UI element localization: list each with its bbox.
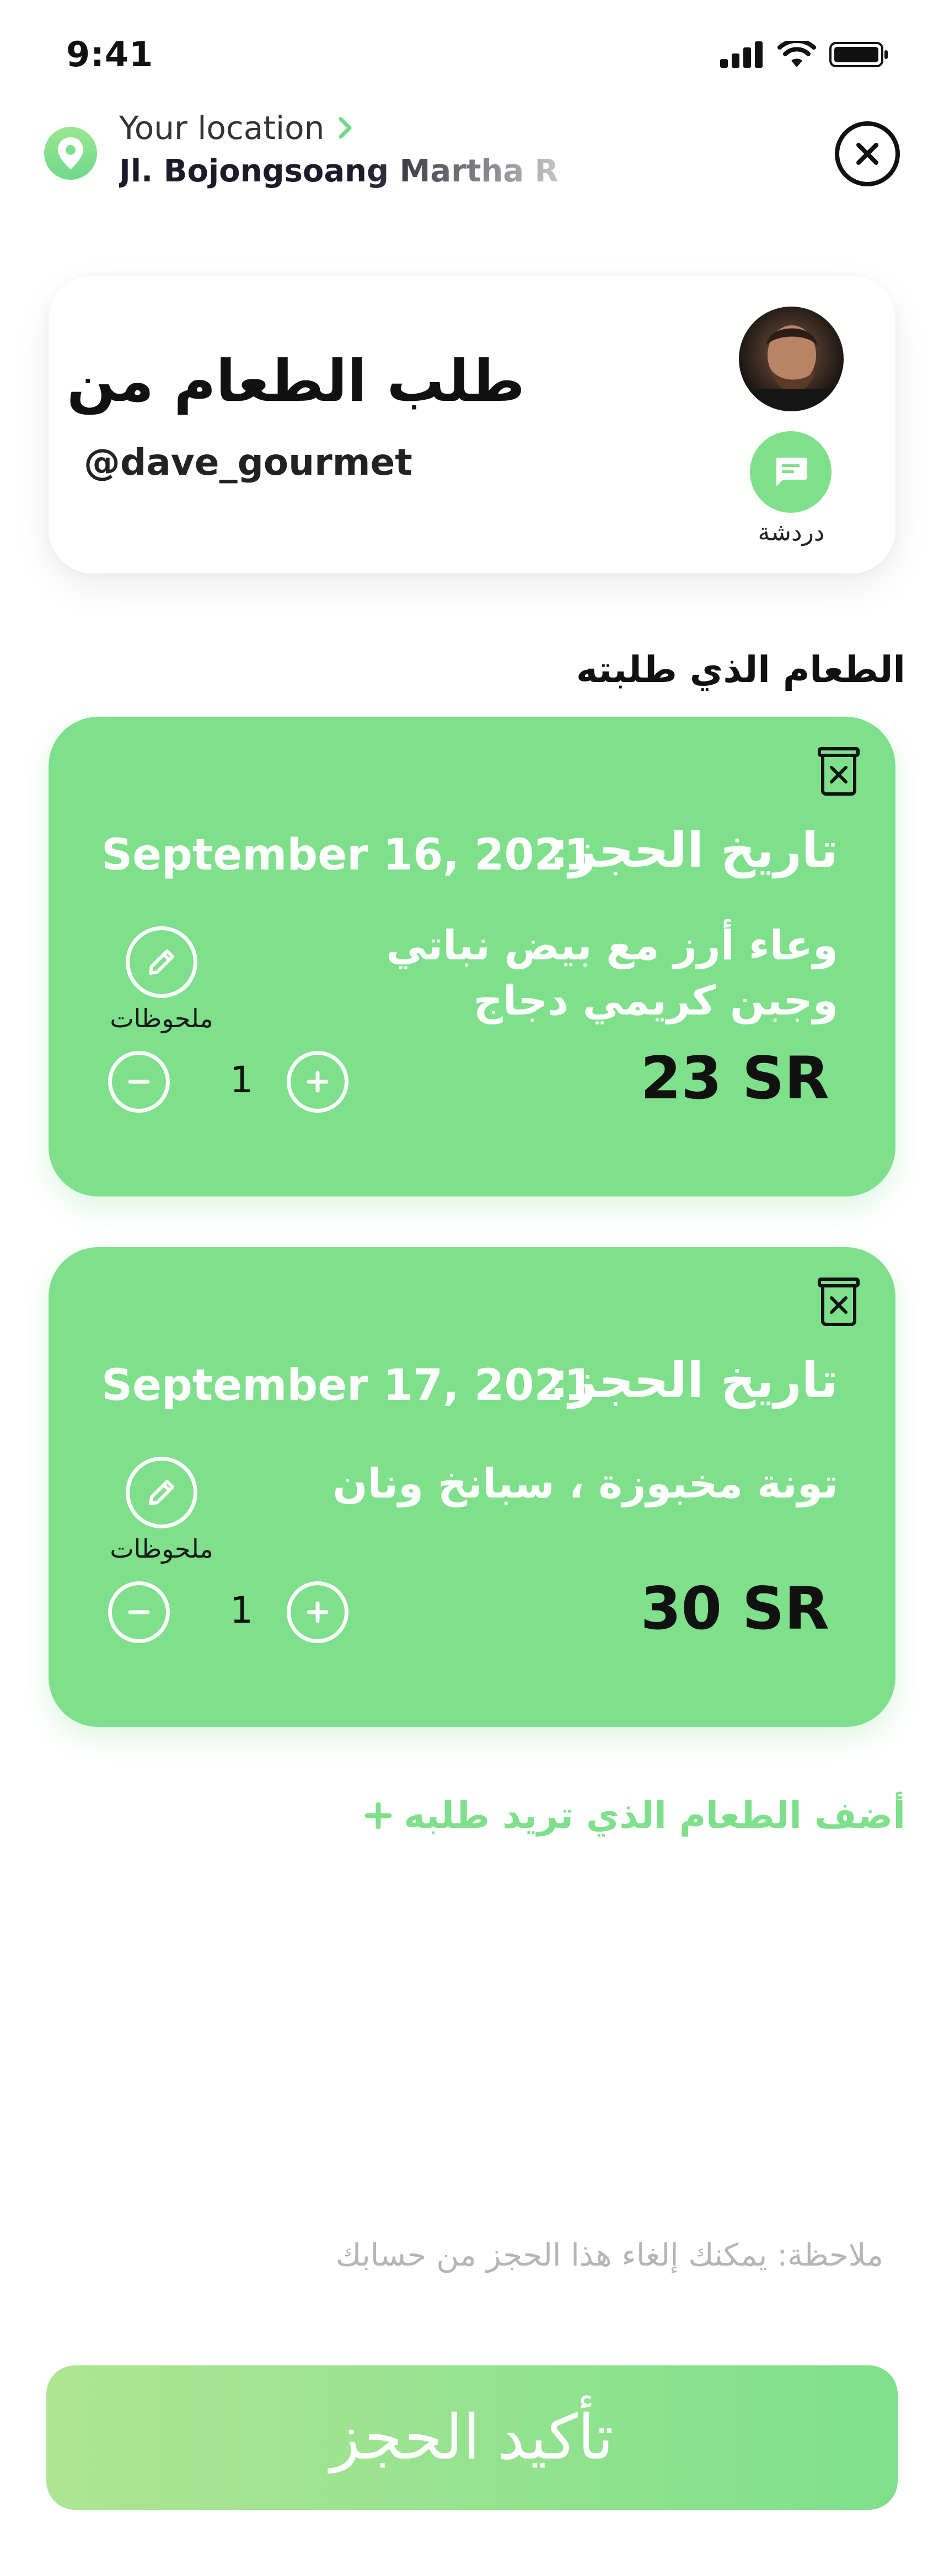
chevron-right-icon	[339, 117, 352, 139]
minus-icon	[128, 1080, 150, 1084]
confirm-booking-button[interactable]: تأكيد الحجز	[46, 2365, 898, 2510]
quantity-value: 1	[230, 1059, 253, 1101]
order-card: تاريخ الحجز: September 16, 2021 وعاء أرز…	[49, 717, 895, 1196]
notes-button[interactable]	[126, 926, 197, 998]
location-selector[interactable]: Your location	[119, 109, 354, 147]
cancellation-note: ملاحظة: يمكنك إلغاء هذا الحجز من حسابك	[335, 2237, 883, 2273]
section-title: الطعام الذي طلبته	[576, 648, 905, 691]
plus-icon	[307, 1071, 329, 1093]
close-button[interactable]	[835, 121, 900, 186]
add-food-label: أضف الطعام الذي تريد طلبه	[404, 1794, 905, 1837]
increase-quantity-button[interactable]	[287, 1581, 348, 1643]
close-icon	[856, 143, 878, 165]
price: 30 SR	[640, 1575, 829, 1643]
booking-date: September 16, 2021	[101, 830, 594, 880]
chat-button[interactable]	[750, 431, 832, 513]
notes-label: ملحوظات	[110, 1534, 213, 1564]
plus-icon	[307, 1601, 329, 1623]
avatar[interactable]	[739, 307, 844, 411]
pencil-icon	[149, 949, 174, 975]
quantity-value: 1	[230, 1589, 253, 1632]
location-address: Jl. Bojongsoang Martha Reg	[119, 153, 560, 189]
signal-icon	[720, 41, 763, 68]
pencil-icon	[149, 1480, 174, 1505]
notes-label: ملحوظات	[110, 1003, 213, 1033]
dish-name: وعاء أرز مع بيض نباتي وجبن كريمي دجاج	[386, 922, 838, 1024]
status-icons	[720, 41, 889, 68]
decrease-quantity-button[interactable]	[108, 1051, 170, 1113]
chef-card-title: طلب الطعام من	[67, 347, 525, 415]
increase-quantity-button[interactable]	[287, 1051, 348, 1113]
minus-icon	[128, 1610, 150, 1614]
chef-handle[interactable]: @dave_gourmet	[84, 441, 412, 484]
order-card: تاريخ الحجز: September 17, 2021 تونة مخب…	[49, 1247, 895, 1727]
confirm-booking-label: تأكيد الحجز	[330, 2403, 614, 2472]
wifi-icon	[777, 41, 816, 67]
price: 23 SR	[640, 1044, 829, 1112]
add-food-button[interactable]: أضف الطعام الذي تريد طلبه	[362, 1794, 905, 1837]
battery-icon	[829, 42, 888, 67]
location-label: Your location	[119, 109, 325, 147]
booking-date: September 17, 2021	[101, 1361, 594, 1410]
dish-name: تونة مخبوزة ، سبانخ ونان	[332, 1460, 838, 1507]
decrease-quantity-button[interactable]	[108, 1581, 170, 1643]
trash-icon[interactable]	[817, 1277, 860, 1327]
chat-label: دردشة	[758, 518, 825, 546]
plus-icon	[364, 1802, 392, 1829]
location-pin-icon	[44, 127, 97, 180]
status-time: 9:41	[66, 34, 154, 74]
chat-icon	[776, 458, 807, 486]
trash-icon[interactable]	[817, 747, 860, 796]
notes-button[interactable]	[126, 1457, 197, 1528]
